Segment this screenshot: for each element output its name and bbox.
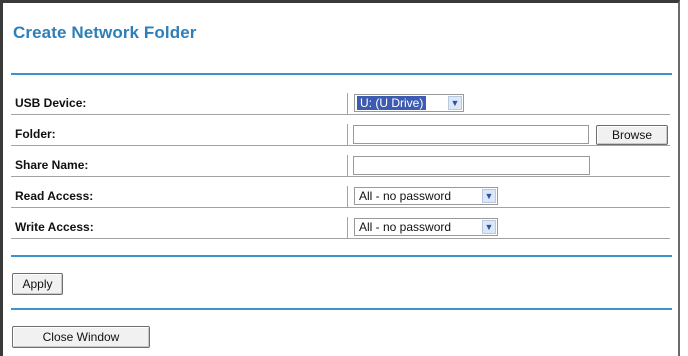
folder-input[interactable] [353,125,589,144]
chevron-down-icon[interactable]: ▼ [482,189,496,203]
column-divider [347,155,348,177]
chevron-down-icon[interactable]: ▼ [448,96,462,110]
page-title: Create Network Folder [13,23,197,42]
write-access-select[interactable]: All - no password ▼ [354,218,498,236]
write-access-row: Write Access: All - no password ▼ [11,217,670,239]
read-access-select[interactable]: All - no password ▼ [354,187,498,205]
usb-device-row: USB Device: U: (U Drive) ▼ [11,93,670,115]
folder-row: Folder: Browse [11,124,670,146]
read-access-label: Read Access: [15,189,94,203]
read-access-value: All - no password [359,189,452,203]
title-divider [11,73,672,75]
column-divider [347,93,348,115]
column-divider [347,124,348,146]
share-name-row: Share Name: [11,155,670,177]
share-name-input[interactable] [353,156,590,175]
write-access-value: All - no password [359,220,452,234]
browse-button[interactable]: Browse [596,125,668,145]
column-divider [347,186,348,208]
write-access-label: Write Access: [15,220,94,234]
column-divider [347,217,348,239]
apply-divider [11,308,672,310]
read-access-row: Read Access: All - no password ▼ [11,186,670,208]
usb-device-value: U: (U Drive) [357,96,427,110]
apply-button[interactable]: Apply [12,273,63,295]
close-window-button[interactable]: Close Window [12,326,150,348]
dialog-window: Create Network Folder USB Device: U: (U … [0,0,680,356]
folder-label: Folder: [15,127,56,141]
usb-device-label: USB Device: [15,96,87,110]
share-name-label: Share Name: [15,158,89,172]
usb-device-select[interactable]: U: (U Drive) ▼ [354,94,464,112]
form-divider [11,255,672,257]
chevron-down-icon[interactable]: ▼ [482,220,496,234]
